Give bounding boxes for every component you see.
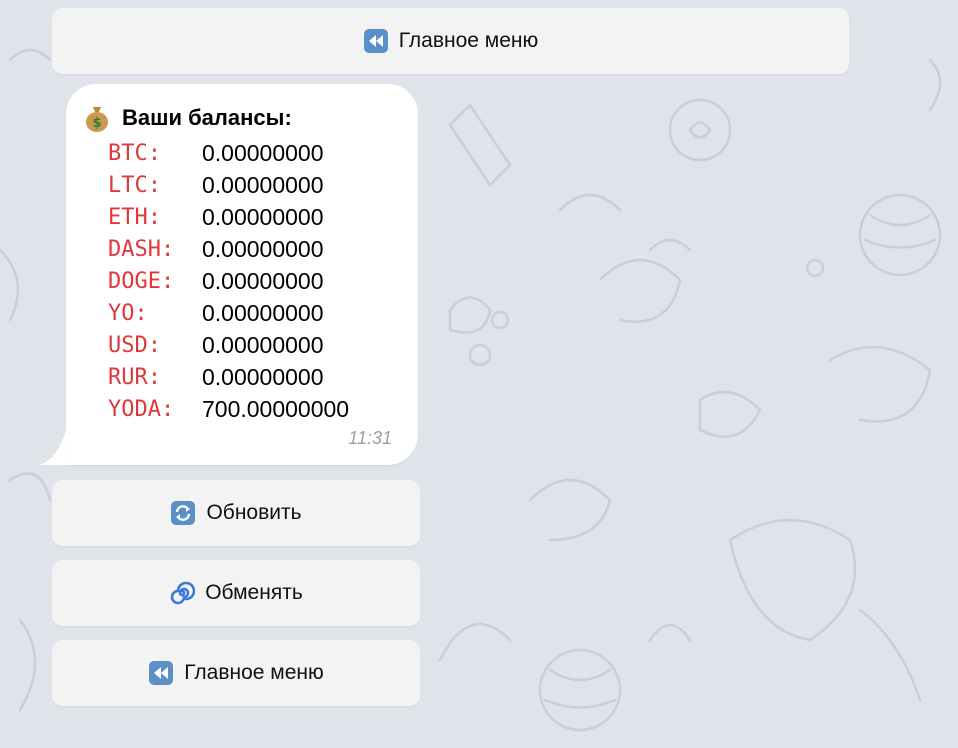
balance-row: RUR: 0.00000000 <box>108 361 349 393</box>
coin-label: DASH: <box>108 236 175 262</box>
coin-label: DOGE: <box>108 268 175 294</box>
balance-row: YODA: 700.00000000 <box>108 393 349 425</box>
balance-list: BTC: 0.00000000 LTC: 0.00000000 ETH: 0.0… <box>108 137 349 425</box>
rewind-icon <box>363 28 389 54</box>
coin-amount: 0.00000000 <box>202 203 324 230</box>
money-bag-icon: $ <box>84 104 110 132</box>
coin-label: LTC: <box>108 172 161 198</box>
coin-amount: 0.00000000 <box>202 171 324 198</box>
coin-amount: 0.00000000 <box>202 363 324 390</box>
inline-main-menu-button[interactable]: Главное меню <box>52 640 420 706</box>
balance-row: LTC: 0.00000000 <box>108 169 349 201</box>
coin-amount: 0.00000000 <box>202 139 324 166</box>
refresh-button[interactable]: Обновить <box>52 480 420 546</box>
balance-row: ETH: 0.00000000 <box>108 201 349 233</box>
main-menu-label: Главное меню <box>184 661 324 684</box>
cyclone-icon <box>169 580 196 606</box>
message-timestamp: 11:31 <box>348 428 392 448</box>
coin-label: ETH: <box>108 204 161 230</box>
coin-label: USD: <box>108 332 161 358</box>
coin-label: YO: <box>108 300 148 326</box>
coin-amount: 0.00000000 <box>202 267 324 294</box>
coin-amount: 0.00000000 <box>202 235 324 262</box>
main-menu-keyboard-button[interactable]: Главное меню <box>52 8 849 74</box>
main-menu-label: Главное меню <box>398 29 539 52</box>
exchange-label: Обменять <box>205 581 303 604</box>
coin-amount: 0.00000000 <box>202 331 324 358</box>
rewind-icon <box>148 660 174 686</box>
balance-title-text: Ваши балансы: <box>122 105 292 130</box>
refresh-label: Обновить <box>206 501 302 524</box>
coin-label: YODA: <box>108 396 175 422</box>
exchange-button[interactable]: Обменять <box>52 560 420 626</box>
balance-row: DOGE: 0.00000000 <box>108 265 349 297</box>
refresh-icon <box>170 500 196 526</box>
balance-message-bubble: $ Ваши балансы: BTC: 0.00000000 LTC: 0.0… <box>66 84 418 465</box>
balance-title: $ Ваши балансы: <box>84 104 292 132</box>
balance-row: USD: 0.00000000 <box>108 329 349 361</box>
balance-row: YO: 0.00000000 <box>108 297 349 329</box>
coin-amount: 0.00000000 <box>202 299 324 326</box>
coin-amount: 700.00000000 <box>202 395 350 422</box>
coin-label: BTC: <box>108 140 161 166</box>
balance-row: DASH: 0.00000000 <box>108 233 349 265</box>
balance-row: BTC: 0.00000000 <box>108 137 349 169</box>
coin-label: RUR: <box>108 364 161 390</box>
svg-text:$: $ <box>92 116 101 131</box>
